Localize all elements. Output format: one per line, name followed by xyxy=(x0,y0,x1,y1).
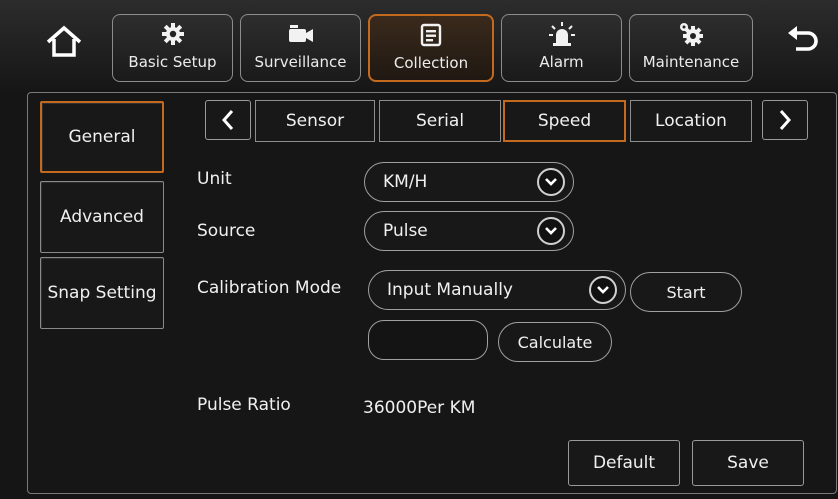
tab-serial[interactable]: Serial xyxy=(379,100,501,142)
sidebar-item-advanced[interactable]: Advanced xyxy=(40,181,164,253)
calibration-mode-value: Input Manually xyxy=(387,280,513,300)
sidebar-item-general[interactable]: General xyxy=(40,101,164,173)
home-button[interactable] xyxy=(34,12,94,72)
home-icon xyxy=(46,25,82,57)
sub-tab-next-button[interactable] xyxy=(762,100,808,140)
source-select-value: Pulse xyxy=(383,221,428,241)
sub-tab-prev-button[interactable] xyxy=(205,100,251,140)
sub-tab-label: Location xyxy=(655,111,727,131)
calculate-button[interactable]: Calculate xyxy=(498,322,612,362)
pulse-ratio-label: Pulse Ratio xyxy=(197,395,291,415)
save-button[interactable]: Save xyxy=(692,440,804,486)
sidebar-item-snap-setting[interactable]: Snap Setting xyxy=(40,257,164,329)
maintenance-gear-icon xyxy=(680,23,703,46)
alarm-light-icon xyxy=(548,22,575,46)
unit-label: Unit xyxy=(197,169,232,189)
chevron-down-icon xyxy=(537,217,565,245)
gear-icon xyxy=(161,23,184,45)
tab-maintenance[interactable]: Maintenance xyxy=(629,14,753,82)
tab-surveillance[interactable]: Surveillance xyxy=(240,14,361,82)
top-navigation-bar: Basic Setup Surveillance Collection Alar… xyxy=(0,0,838,92)
tab-sensor[interactable]: Sensor xyxy=(255,100,375,142)
sub-tab-label: Sensor xyxy=(285,111,345,131)
calculate-button-label: Calculate xyxy=(517,332,593,352)
pulse-ratio-value: 36000Per KM xyxy=(363,398,476,418)
sidebar-item-label: General xyxy=(68,127,136,147)
tab-speed[interactable]: Speed xyxy=(503,100,626,142)
calibration-mode-label: Calibration Mode xyxy=(197,278,342,298)
default-button-label: Default xyxy=(592,453,656,473)
sidebar-item-label: Snap Setting xyxy=(47,283,157,303)
tab-label: Collection xyxy=(393,54,469,72)
chevron-left-icon xyxy=(221,110,234,130)
chevron-down-icon xyxy=(537,168,565,196)
calibration-value-input[interactable] xyxy=(368,320,488,360)
tab-basic-setup[interactable]: Basic Setup xyxy=(112,14,233,82)
chevron-down-icon xyxy=(589,276,617,304)
tab-label: Surveillance xyxy=(254,53,347,71)
unit-select-value: KM/H xyxy=(383,172,428,192)
camera-icon xyxy=(288,25,313,42)
start-button[interactable]: Start xyxy=(630,272,742,312)
back-arrow-icon xyxy=(788,26,818,51)
sidebar-item-label: Advanced xyxy=(60,207,144,227)
back-button[interactable] xyxy=(772,12,832,72)
start-button-label: Start xyxy=(666,282,706,302)
tab-location[interactable]: Location xyxy=(630,100,752,142)
tab-alarm[interactable]: Alarm xyxy=(501,14,622,82)
source-label: Source xyxy=(197,221,256,241)
tab-label: Maintenance xyxy=(642,53,740,71)
save-button-label: Save xyxy=(727,453,769,473)
tab-label: Alarm xyxy=(539,53,584,71)
sub-tab-label: Speed xyxy=(537,111,592,131)
chevron-right-icon xyxy=(779,110,792,130)
tab-collection[interactable]: Collection xyxy=(368,14,494,82)
unit-select[interactable]: KM/H xyxy=(364,162,574,202)
document-icon xyxy=(420,23,442,47)
default-button[interactable]: Default xyxy=(568,440,680,486)
sub-tab-label: Serial xyxy=(415,111,465,131)
calibration-mode-select[interactable]: Input Manually xyxy=(368,270,626,310)
source-select[interactable]: Pulse xyxy=(364,211,574,251)
tab-label: Basic Setup xyxy=(128,53,217,71)
